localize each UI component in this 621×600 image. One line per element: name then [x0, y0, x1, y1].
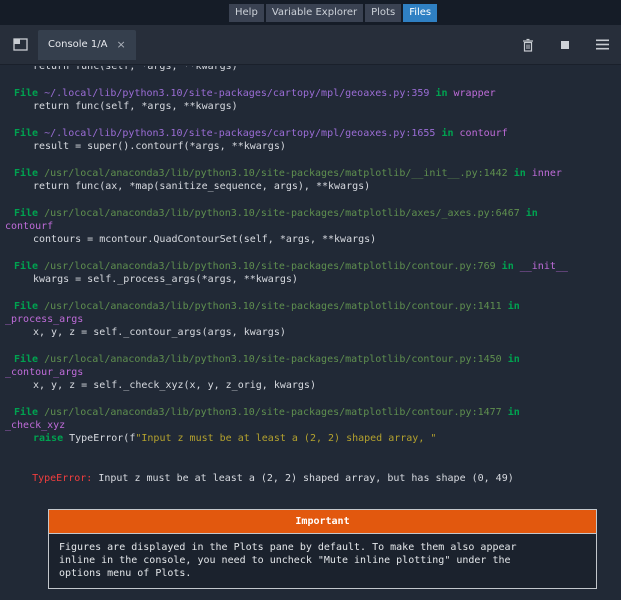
traceback-file-link[interactable]: /usr/local/anaconda3/lib/python3.10/site… [44, 208, 520, 219]
traceback-frame: File ~/.local/lib/python3.10/site-packag… [0, 87, 621, 113]
traceback-file-link[interactable]: /usr/local/anaconda3/lib/python3.10/site… [44, 354, 502, 365]
in-keyword: in [502, 301, 520, 312]
frame-function-name: _contour_args [5, 367, 83, 378]
file-keyword: File [14, 208, 44, 219]
tab-help[interactable]: Help [229, 4, 264, 22]
stop-icon[interactable] [561, 41, 569, 49]
console-toolbar [495, 38, 609, 52]
frame-function-name: __init__ [514, 261, 568, 272]
clipped-scroll-line: return func(self, *args, **kwargs) [0, 66, 621, 73]
frame-code: contours = mcontour.QuadContourSet(self,… [33, 234, 376, 245]
notice-line: Figures are displayed in the Plots pane … [59, 541, 586, 554]
traceback-file-link[interactable]: ~/.local/lib/python3.10/site-packages/ca… [44, 88, 429, 99]
traceback-frame: File /usr/local/anaconda3/lib/python3.10… [0, 207, 621, 246]
file-keyword: File [14, 128, 44, 139]
notice-line: inline in the console, you need to unche… [59, 554, 586, 567]
in-keyword: in [508, 168, 526, 179]
frame-code: kwargs = self._process_args(*args, **kwa… [33, 274, 298, 285]
notice-line: options menu of Plots. [59, 567, 586, 580]
in-keyword: in [502, 407, 520, 418]
file-keyword: File [14, 407, 44, 418]
console-tab-label: Console 1/A [48, 39, 107, 50]
frame-code: return func(self, *args, **kwargs) [33, 101, 238, 112]
in-keyword: in [435, 128, 453, 139]
frame-function-name: contourf [454, 128, 508, 139]
frame-function-name: _process_args [5, 314, 83, 325]
console-output: return func(self, *args, **kwargs) File … [0, 66, 621, 600]
traceback-file-link[interactable]: /usr/local/anaconda3/lib/python3.10/site… [44, 261, 496, 272]
clipped-code-line: return func(self, *args, **kwargs) [0, 66, 621, 73]
traceback-frame: File /usr/local/anaconda3/lib/python3.10… [0, 167, 621, 193]
pane-switcher-bar: Help Variable Explorer Plots Files [0, 0, 621, 25]
notice-body: Figures are displayed in the Plots pane … [49, 534, 596, 588]
frame-code: return func(ax, *map(sanitize_sequence, … [33, 181, 370, 192]
pane-tabs: Help Variable Explorer Plots Files [229, 4, 437, 22]
code-segment: raise [33, 433, 69, 444]
frame-function-name: _check_xyz [5, 420, 65, 431]
in-keyword: in [429, 88, 447, 99]
notice-title: Important [49, 510, 596, 534]
traceback-frame: File /usr/local/anaconda3/lib/python3.10… [0, 406, 621, 445]
traceback-frame: File ~/.local/lib/python3.10/site-packag… [0, 127, 621, 153]
file-keyword: File [14, 168, 44, 179]
file-keyword: File [14, 301, 44, 312]
traceback-frame: File /usr/local/anaconda3/lib/python3.10… [0, 300, 621, 339]
traceback-file-link[interactable]: /usr/local/anaconda3/lib/python3.10/site… [44, 301, 502, 312]
console-pane-header: Console 1/A × [0, 25, 621, 65]
traceback-frames: File ~/.local/lib/python3.10/site-packag… [0, 87, 621, 445]
close-icon[interactable]: × [116, 38, 125, 51]
error-message-line: TypeError: Input z must be at least a (2… [0, 459, 621, 498]
code-segment: TypeError(f [69, 433, 135, 444]
frame-code: x, y, z = self._contour_args(args, kwarg… [33, 327, 286, 338]
options-menu-icon[interactable] [596, 39, 609, 50]
traceback-file-link[interactable]: /usr/local/anaconda3/lib/python3.10/site… [44, 407, 502, 418]
frame-function-name: wrapper [447, 88, 495, 99]
frame-function-name: inner [526, 168, 562, 179]
in-keyword: in [520, 208, 538, 219]
remove-console-icon[interactable] [522, 38, 534, 52]
in-keyword: in [502, 354, 520, 365]
in-keyword: in [496, 261, 514, 272]
file-keyword: File [14, 261, 44, 272]
code-segment: "Input z must be at least a (2, 2) shape… [135, 433, 436, 444]
error-type-label: TypeError: [32, 473, 92, 484]
frame-function-name: contourf [5, 221, 53, 232]
frame-code: result = super().contourf(*args, **kwarg… [33, 141, 286, 152]
error-message: Input z must be at least a (2, 2) shaped… [92, 473, 513, 484]
traceback-file-link[interactable]: ~/.local/lib/python3.10/site-packages/ca… [44, 128, 435, 139]
traceback-file-link[interactable]: /usr/local/anaconda3/lib/python3.10/site… [44, 168, 508, 179]
important-notice-box: Important Figures are displayed in the P… [48, 509, 597, 589]
file-keyword: File [14, 354, 44, 365]
tab-plots[interactable]: Plots [365, 4, 401, 22]
console-tab[interactable]: Console 1/A × [38, 30, 136, 60]
traceback-frame: File /usr/local/anaconda3/lib/python3.10… [0, 353, 621, 392]
tab-variable-explorer[interactable]: Variable Explorer [266, 4, 363, 22]
frame-code: x, y, z = self._check_xyz(x, y, z_orig, … [33, 380, 316, 391]
file-keyword: File [14, 88, 44, 99]
console-pane-icon [13, 38, 28, 51]
tab-files[interactable]: Files [403, 4, 437, 22]
traceback-frame: File /usr/local/anaconda3/lib/python3.10… [0, 260, 621, 286]
